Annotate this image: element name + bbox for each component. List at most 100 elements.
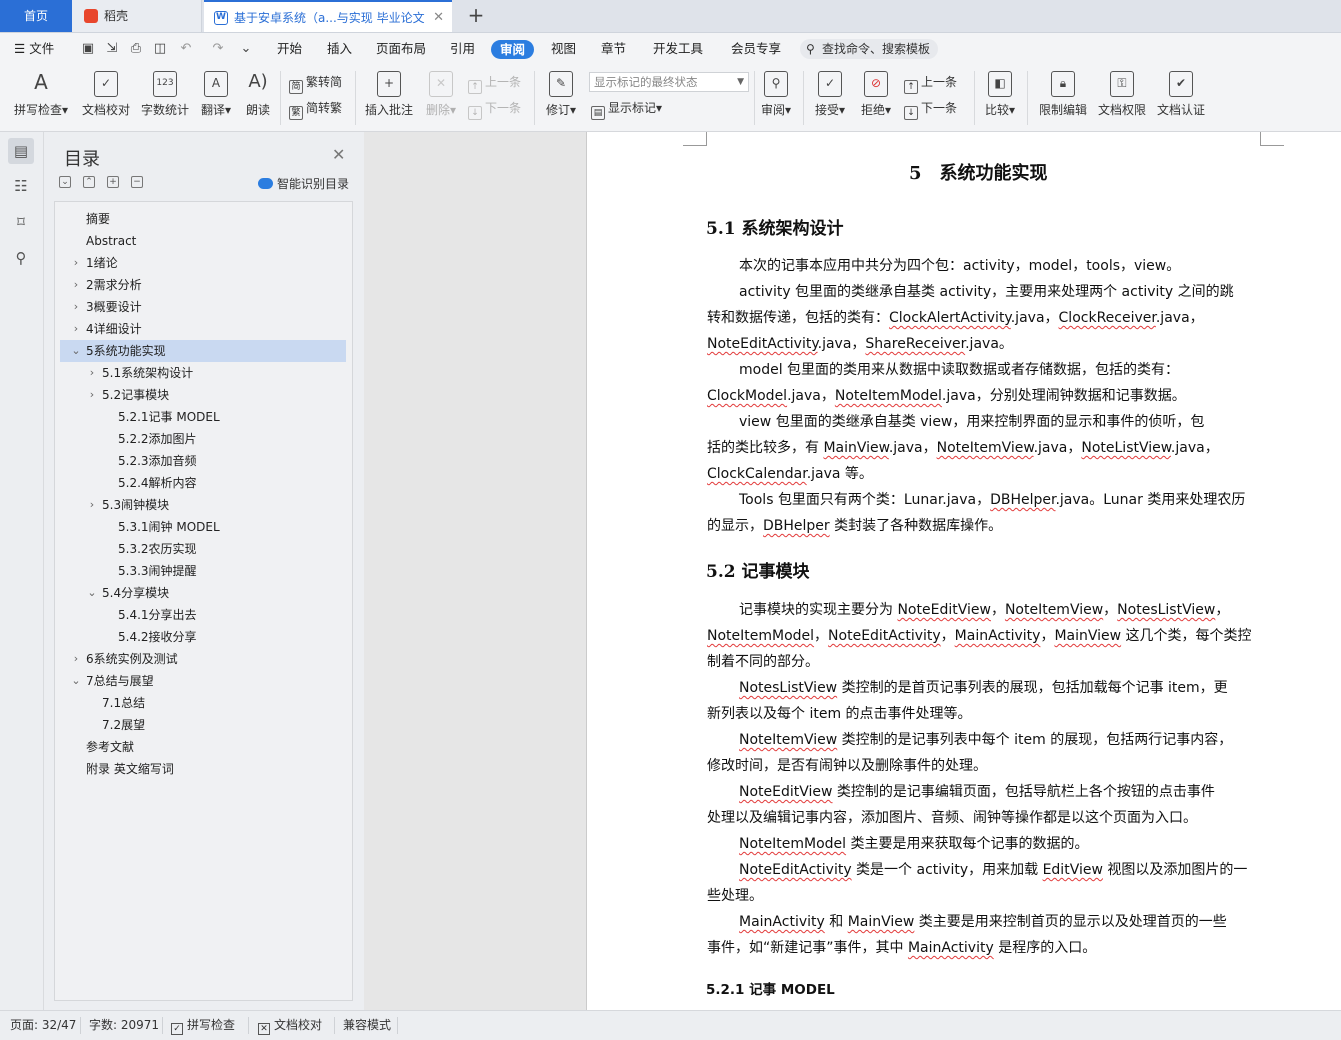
paragraph-line[interactable]: 的显示，DBHelper 类封装了各种数据库操作。: [707, 516, 1002, 536]
read-aloud-button[interactable]: A) 朗读: [244, 71, 272, 118]
chapter-heading[interactable]: 5 系统功能实现: [909, 159, 1048, 185]
document-page[interactable]: 5 系统功能实现 5.1 系统架构设计 5.2 记事模块 5.2.1 记事 MO…: [586, 132, 1341, 1010]
page-indicator[interactable]: 页面: 32/47: [10, 1011, 76, 1040]
toc-item[interactable]: 摘要: [60, 208, 346, 230]
search-icon[interactable]: ⚲: [8, 245, 34, 271]
paragraph-line[interactable]: NoteItemModel，NoteEditActivity，MainActiv…: [707, 626, 1252, 646]
command-search[interactable]: ⚲ 查找命令、搜索模板: [800, 39, 938, 59]
toc-item[interactable]: › 1绪论: [60, 252, 346, 274]
translate-button[interactable]: A 翻译▾: [198, 71, 234, 118]
menu-reference[interactable]: 引用: [450, 33, 475, 65]
file-menu[interactable]: ☰ 文件: [14, 33, 54, 65]
redo-icon[interactable]: ↷: [210, 41, 226, 57]
section-heading-5-1[interactable]: 5.1 系统架构设计: [706, 214, 844, 239]
paragraph-line[interactable]: ClockCalendar.java 等。: [707, 464, 873, 484]
track-changes-button[interactable]: ✎ 修订▾: [542, 71, 580, 118]
chevron-down-icon[interactable]: ⌄: [70, 670, 82, 692]
menu-start[interactable]: 开始: [277, 33, 302, 65]
bookmark-icon[interactable]: ⌑: [8, 209, 34, 235]
paragraph-line[interactable]: 本次的记事本应用中共分为四个包：activity，model，tools，vie…: [739, 256, 1180, 276]
add-heading-icon[interactable]: +: [107, 176, 119, 188]
paragraph-line[interactable]: NoteItemModel 类主要是用来获取每个记事的数据的。: [739, 834, 1089, 854]
toc-item[interactable]: › 6系统实例及测试: [60, 648, 346, 670]
chapter-nav-icon[interactable]: ☷: [8, 173, 34, 199]
undo-icon[interactable]: ↶: [178, 41, 194, 57]
toc-item[interactable]: › 2需求分析: [60, 274, 346, 296]
reject-button[interactable]: ⊘ 拒绝▾: [858, 71, 894, 118]
toc-item[interactable]: 5.2.2添加图片: [60, 428, 346, 450]
toc-item[interactable]: 5.4.2接收分享: [60, 626, 346, 648]
paragraph-line[interactable]: ClockModel.java，NoteItemModel.java，分别处理闹…: [707, 386, 1186, 406]
paragraph-line[interactable]: activity 包里面的类继承自基类 activity，主要用来处理两个 ac…: [739, 282, 1234, 302]
next-change-button[interactable]: ↓ 下一条: [904, 99, 957, 120]
toc-item[interactable]: 7.1总结: [60, 692, 346, 714]
word-count-indicator[interactable]: 字数: 20971: [89, 1011, 159, 1040]
paragraph-line[interactable]: NoteEditActivity.java，ShareReceiver.java…: [707, 334, 1013, 354]
review-pane-button[interactable]: ⚲ 审阅▾: [758, 71, 794, 118]
toc-item[interactable]: › 5.1系统架构设计: [60, 362, 346, 384]
paragraph-line[interactable]: 转和数据传递，包括的类有：ClockAlertActivity.java，Clo…: [707, 308, 1204, 328]
chevron-right-icon[interactable]: ›: [70, 648, 82, 670]
export-icon[interactable]: ⇲: [104, 41, 120, 57]
toc-item[interactable]: Abstract: [60, 230, 346, 252]
paragraph-line[interactable]: 记事模块的实现主要分为 NoteEditView，NoteItemView，No…: [739, 600, 1229, 620]
paragraph-line[interactable]: NoteItemView 类控制的是记事列表中每个 item 的展现，包括两行记…: [739, 730, 1232, 750]
chevron-right-icon[interactable]: ›: [86, 362, 98, 384]
paragraph-line[interactable]: 新列表以及每个 item 的点击事件处理等。: [707, 704, 972, 724]
prev-change-button[interactable]: ↑ 上一条: [904, 73, 957, 94]
toc-item[interactable]: ⌄ 5系统功能实现: [60, 340, 346, 362]
paragraph-line[interactable]: 些处理。: [707, 886, 763, 906]
new-tab-button[interactable]: +: [462, 0, 490, 32]
doc-rights-button[interactable]: ⚿ 文档权限: [1096, 71, 1148, 118]
proofread-button[interactable]: ✓ 文档校对: [80, 71, 132, 118]
toc-item[interactable]: 5.4.1分享出去: [60, 604, 346, 626]
menu-member[interactable]: 会员专享: [731, 33, 781, 65]
save-icon[interactable]: ▣: [80, 41, 96, 57]
compare-button[interactable]: ◧ 比较▾: [982, 71, 1018, 118]
chevron-right-icon[interactable]: ›: [70, 296, 82, 318]
show-markup-button[interactable]: ▤ 显示标记▾: [591, 99, 662, 120]
paragraph-line[interactable]: NotesListView 类控制的是首页记事列表的展现，包括加载每个记事 it…: [739, 678, 1228, 698]
toc-item[interactable]: 5.3.2农历实现: [60, 538, 346, 560]
paragraph-line[interactable]: model 包里面的类用来从数据中读取数据或者存储数据，包括的类有：: [739, 360, 1179, 380]
toc-item[interactable]: ⌄ 5.4分享模块: [60, 582, 346, 604]
toc-item[interactable]: › 5.2记事模块: [60, 384, 346, 406]
restrict-editing-button[interactable]: 🔒︎ 限制编辑: [1037, 71, 1089, 118]
toc-item[interactable]: 5.2.3添加音频: [60, 450, 346, 472]
collapse-all-icon[interactable]: ⌃: [83, 176, 95, 188]
preview-icon[interactable]: ◫: [152, 41, 168, 57]
word-count-button[interactable]: 123 字数统计: [140, 71, 190, 118]
expand-all-icon[interactable]: ⌄: [59, 176, 71, 188]
toc-item[interactable]: 5.2.4解析内容: [60, 472, 346, 494]
subsection-heading-5-2-1[interactable]: 5.2.1 记事 MODEL: [706, 978, 835, 998]
chevron-right-icon[interactable]: ›: [70, 252, 82, 274]
chevron-down-icon[interactable]: ⌄: [70, 340, 82, 362]
doc-cert-button[interactable]: ✔ 文档认证: [1155, 71, 1207, 118]
menu-layout[interactable]: 页面布局: [376, 33, 426, 65]
toc-item[interactable]: › 4详细设计: [60, 318, 346, 340]
trad-to-simp-button[interactable]: 简繁转简: [289, 73, 342, 94]
menu-devtools[interactable]: 开发工具: [653, 33, 703, 65]
paragraph-line[interactable]: 事件，如“新建记事”事件，其中 MainActivity 是程序的入口。: [707, 938, 1096, 958]
print-icon[interactable]: ⎙: [128, 41, 144, 57]
toc-item[interactable]: 7.2展望: [60, 714, 346, 736]
paragraph-line[interactable]: NoteEditView 类控制的是记事编辑页面，包括导航栏上各个按钮的点击事件: [739, 782, 1215, 802]
toc-item[interactable]: 5.3.1闹钟 MODEL: [60, 516, 346, 538]
toc-item[interactable]: 参考文献: [60, 736, 346, 758]
menu-section[interactable]: 章节: [601, 33, 626, 65]
menu-review[interactable]: 审阅: [491, 40, 535, 59]
toc-item[interactable]: ⌄ 7总结与展望: [60, 670, 346, 692]
close-icon[interactable]: ✕: [332, 145, 345, 164]
paragraph-line[interactable]: 括的类比较多，有 MainView.java，NoteItemView.java…: [707, 438, 1219, 458]
chevron-right-icon[interactable]: ›: [86, 384, 98, 406]
smart-toc-button[interactable]: 智能识别目录: [258, 175, 349, 192]
toc-item[interactable]: › 5.3闹钟模块: [60, 494, 346, 516]
menu-view[interactable]: 视图: [551, 33, 576, 65]
tab-document[interactable]: W 基于安卓系统（a...与实现 毕业论文 ✕: [204, 0, 452, 32]
tab-docer[interactable]: 稻壳: [72, 0, 202, 32]
chevron-right-icon[interactable]: ›: [86, 494, 98, 516]
paragraph-line[interactable]: 处理以及编辑记事内容，添加图片、音频、闹钟等操作都是以这个页面为入口。: [707, 808, 1197, 828]
toc-item[interactable]: 附录 英文缩写词: [60, 758, 346, 780]
simp-to-trad-button[interactable]: 繁简转繁: [289, 99, 342, 120]
chevron-down-icon[interactable]: ⌄: [86, 582, 98, 604]
